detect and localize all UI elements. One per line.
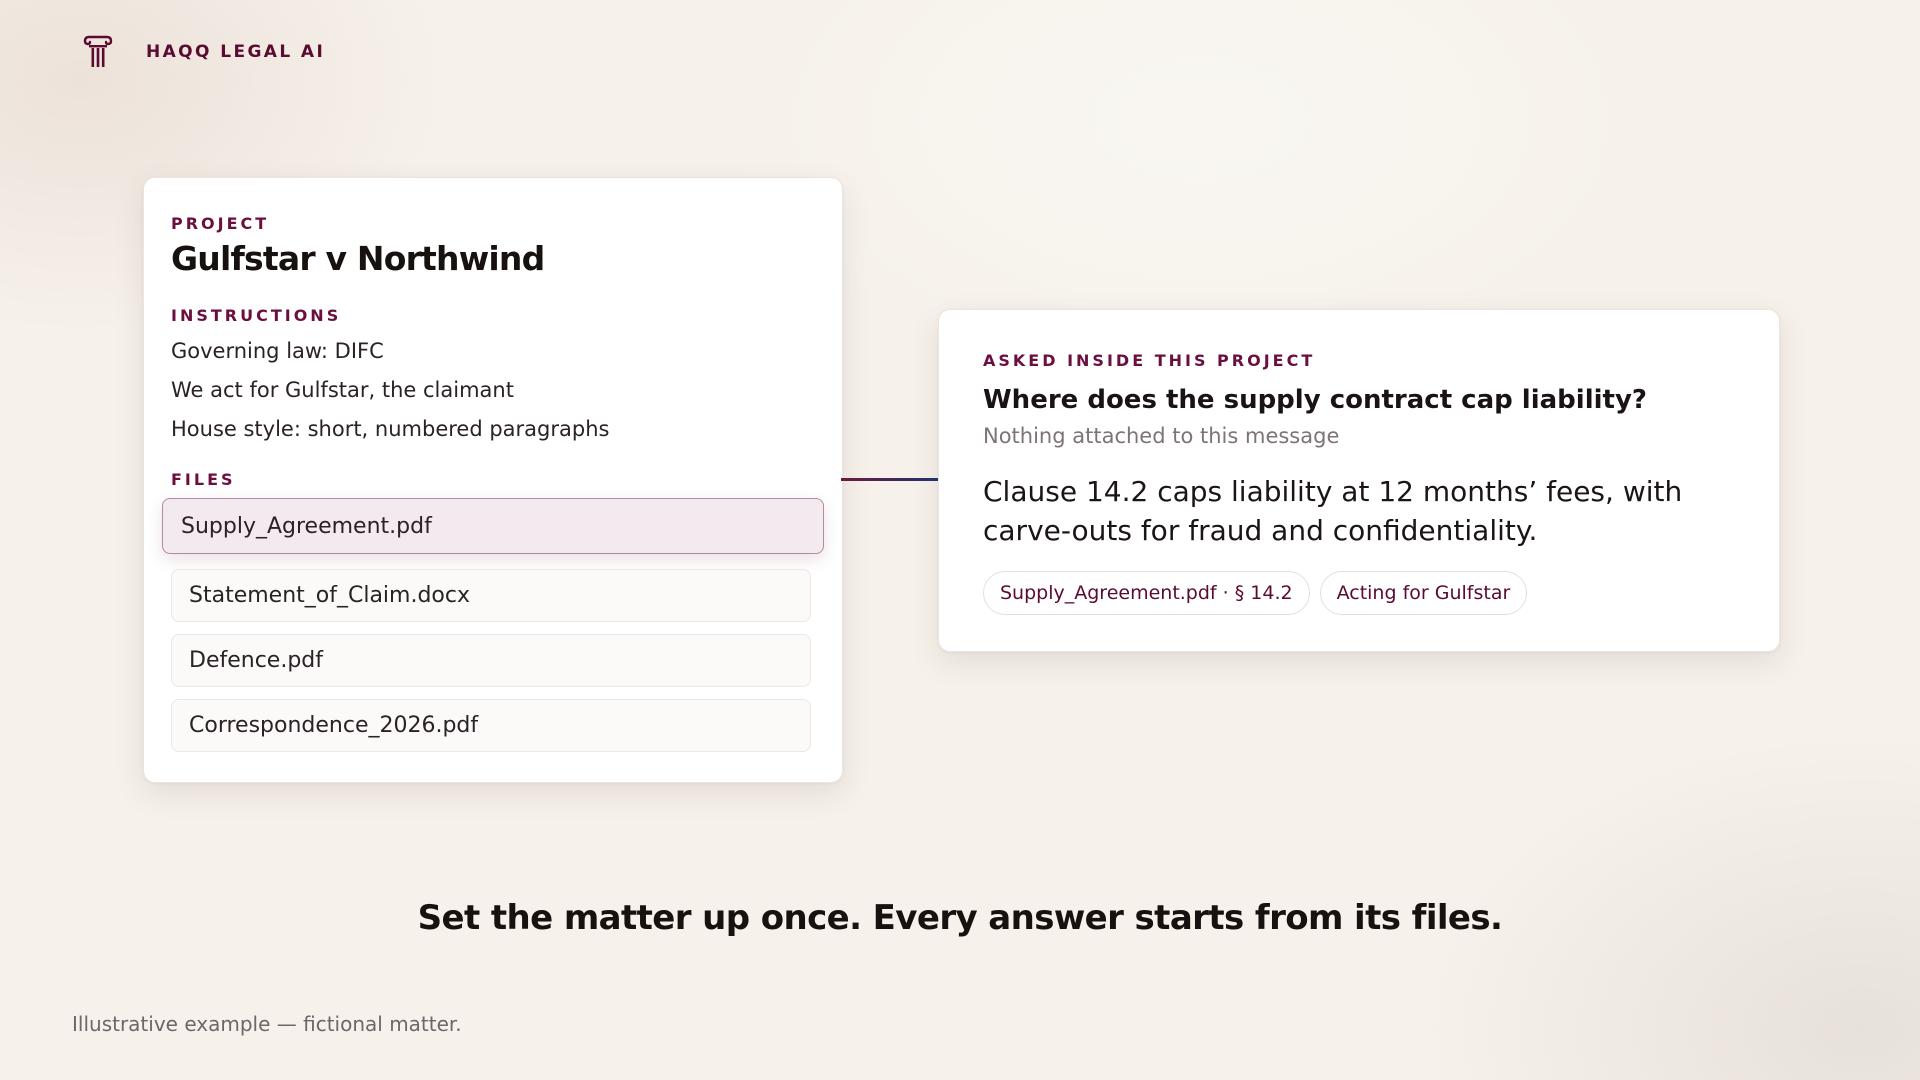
brand-name: HAQQ LEGAL AI (146, 42, 326, 62)
context-chip-acting-for[interactable]: Acting for Gulfstar (1319, 571, 1528, 615)
instructions-label: INSTRUCTIONS (171, 306, 342, 325)
files-label: FILES (171, 470, 236, 489)
question-text: Where does the supply contract cap liabi… (983, 385, 1647, 415)
instruction-line: We act for Gulfstar, the claimant (171, 378, 514, 402)
answer-eyebrow: ASKED INSIDE THIS PROJECT (983, 351, 1316, 370)
instruction-line: Governing law: DIFC (171, 339, 384, 363)
file-item-correspondence[interactable]: Correspondence_2026.pdf (171, 699, 811, 752)
instruction-line: House style: short, numbered paragraphs (171, 417, 610, 441)
project-eyebrow: PROJECT (171, 214, 270, 233)
project-title: Gulfstar v Northwind (171, 239, 545, 278)
answer-card: ASKED INSIDE THIS PROJECT Where does the… (938, 309, 1780, 652)
file-item-supply-agreement[interactable]: Supply_Agreement.pdf (162, 498, 824, 554)
file-item-defence[interactable]: Defence.pdf (171, 634, 811, 687)
brand: HAQQ LEGAL AI (80, 32, 325, 72)
footnote: Illustrative example — fictional matter. (72, 1012, 462, 1036)
project-card: PROJECT Gulfstar v Northwind INSTRUCTION… (143, 177, 843, 783)
citation-chip-source[interactable]: Supply_Agreement.pdf · § 14.2 (983, 571, 1310, 615)
answer-text: Clause 14.2 caps liability at 12 months’… (983, 475, 1683, 547)
connector-line (841, 478, 938, 481)
file-item-statement-of-claim[interactable]: Statement_of_Claim.docx (171, 569, 811, 622)
tagline: Set the matter up once. Every answer sta… (417, 898, 1503, 938)
pillar-icon (80, 33, 116, 71)
attachment-note: Nothing attached to this message (983, 424, 1340, 448)
citation-chips: Supply_Agreement.pdf · § 14.2 Acting for… (983, 571, 1528, 615)
